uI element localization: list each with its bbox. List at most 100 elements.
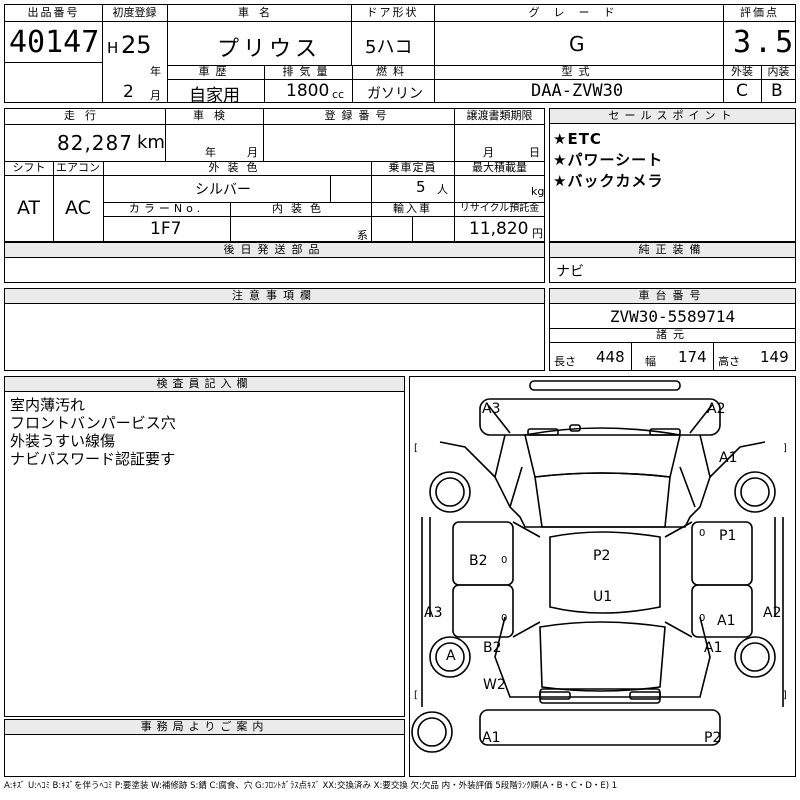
legend-text: A:ｷｽﾞ U:ﾍｺﾐ B:ｷｽﾞを伴うﾍｺﾐ P:要塗装 W:補修跡 S:錆 … (4, 781, 618, 791)
era: H (107, 39, 119, 57)
damage-label: P1 (719, 528, 737, 544)
history-label: 車歴 (198, 65, 233, 78)
zero-mark: 0 (699, 613, 706, 624)
header-block: 出品番号 40147 初度登録 H 25 年 2 月 車名 プリウス ドア形状 … (4, 4, 796, 106)
int-color-unit: 系 (357, 229, 368, 242)
car-diagram: A3 A2 A1 P1 P2 U1 B2 A3 A1 A2 A B2 A1 W2… (409, 376, 796, 777)
damage-label: P2 (704, 730, 722, 746)
genuine-equipment-title: 純正装備 (550, 243, 795, 258)
zero-mark: 0 (501, 555, 508, 566)
history-value: 自家用 (189, 86, 240, 106)
month-unit: 月 (150, 89, 161, 102)
zero-mark: 0 (699, 528, 706, 539)
sales-point-item: ★ETC (553, 130, 602, 148)
bracket-mark: [ (414, 690, 418, 701)
reg-month: 2 (123, 82, 134, 102)
recycle-value: 11,820 (469, 219, 529, 239)
later-parts-title: 後日発送部品 (5, 243, 544, 258)
fuel-value: ガソリン (367, 86, 423, 102)
insp-year-unit: 年 (205, 146, 216, 159)
shift-value: AT (17, 197, 41, 219)
lot-no: 40147 (9, 25, 100, 60)
genuine-equipment-box: 純正装備 ナビ (549, 242, 796, 283)
office-box: 事務局よりご案内 (4, 719, 405, 777)
transfer-day-unit: 日 (529, 146, 540, 159)
damage-label: A1 (704, 640, 723, 656)
load-label: 最大積載量 (472, 161, 527, 174)
chassis-title: 車台番号 (550, 289, 795, 304)
inspector-title: 検査員記入欄 (5, 377, 404, 392)
mileage-value: 82,287 (57, 131, 133, 155)
first-reg-label: 初度登録 (112, 6, 157, 19)
transfer-month-unit: 月 (483, 146, 494, 159)
dims-title: 諸元 (656, 328, 690, 341)
zero-mark: 0 (501, 613, 508, 624)
damage-label: A2 (707, 401, 726, 417)
damage-label: A1 (719, 450, 738, 466)
eval-label: 評価点 (740, 6, 779, 19)
car-outline-drawing (411, 380, 784, 753)
bracket-mark: ] (783, 690, 787, 701)
sales-point-item: ★バックカメラ (553, 172, 664, 190)
grade-label: グレード (528, 6, 629, 19)
shift-label: シフト (12, 161, 46, 174)
ext-label: 外装 (731, 65, 753, 78)
displacement-unit: cc (332, 88, 345, 101)
door-value: 5ハコ (365, 37, 413, 58)
damage-label: A3 (424, 605, 443, 621)
transfer-label: 譲渡書類期限 (466, 109, 533, 122)
damage-label: P2 (593, 548, 611, 564)
int-value: B (771, 81, 783, 101)
import-label: 輸入車 (393, 202, 432, 215)
ac-label: エアコン (56, 161, 100, 174)
sales-points-box: セールスポイント ★ETC ★パワーシート ★バックカメラ (549, 108, 796, 242)
inspector-line: 室内薄汚れ (10, 396, 86, 414)
recycle-unit: 円 (532, 227, 543, 240)
lot-no-label: 出品番号 (27, 6, 80, 19)
color-no-label: カラーNo. (128, 202, 205, 215)
door-label: ドア形状 (366, 6, 419, 19)
sales-point-item: ★パワーシート (553, 151, 664, 169)
reg-no-label: 登録番号 (324, 109, 393, 122)
inspector-line: 外装うすい線傷 (10, 432, 116, 450)
bracket-mark: ] (783, 443, 787, 454)
height-value: 149 (760, 348, 789, 366)
specs-block: 走行 82,287 km 車検 年 月 登録番号 譲渡書類期限 月 日 シフト … (4, 108, 545, 242)
notes-box: 注意事項欄 (4, 288, 545, 371)
damage-label: B2 (469, 553, 488, 569)
width-label: 幅 (645, 355, 656, 368)
grade-value: G (569, 32, 585, 56)
ext-value: C (736, 81, 748, 101)
car-name: プリウス (217, 37, 322, 62)
damage-label: B2 (483, 640, 502, 656)
damage-label: A3 (482, 401, 501, 417)
office-title: 事務局よりご案内 (5, 720, 404, 735)
seats-label: 乗車定員 (388, 161, 437, 174)
damage-label: A2 (763, 605, 782, 621)
seats-unit: 人 (437, 183, 448, 196)
damage-label: U1 (593, 589, 613, 605)
damage-label: A1 (717, 613, 736, 629)
damage-label: A (446, 648, 456, 664)
mileage-label: 走行 (64, 109, 106, 122)
damage-label: W2 (483, 677, 506, 693)
car-name-label: 車名 (238, 6, 280, 19)
mileage-unit: km (137, 132, 165, 153)
int-label: 内装 (767, 65, 790, 78)
chassis-number: ZVW30-5589714 (609, 307, 736, 326)
later-parts-box: 後日発送部品 (4, 242, 545, 283)
model-label: 型式 (561, 65, 596, 78)
fuel-label: 燃料 (376, 65, 410, 78)
insp-month-unit: 月 (247, 146, 258, 159)
int-color-label: 内装色 (272, 202, 329, 215)
damage-label: A1 (482, 730, 501, 746)
inspector-line: フロントバンパービス穴 (10, 414, 176, 432)
inspection-label: 車検 (193, 109, 235, 122)
displacement-value: 1800 (286, 81, 330, 101)
sales-points-title: セールスポイント (550, 109, 795, 124)
year-unit: 年 (150, 65, 161, 78)
ext-color-label: 外装色 (208, 161, 266, 174)
inspector-box: 検査員記入欄 室内薄汚れ フロントバンパービス穴 外装うすい線傷 ナビパスワード… (4, 376, 405, 717)
bracket-mark: [ (414, 443, 418, 454)
inspector-line: ナビパスワード認証要す (10, 450, 176, 468)
